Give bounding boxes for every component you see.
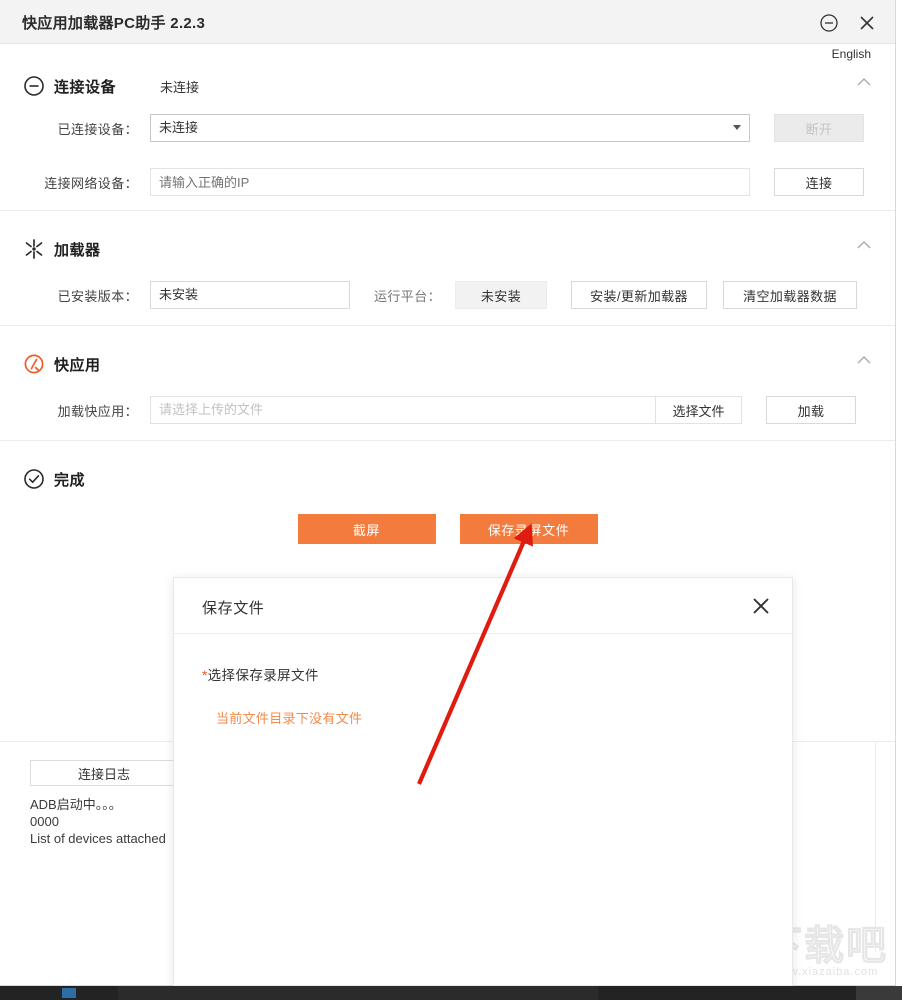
network-device-row: 连接网络设备： 连接	[22, 154, 873, 210]
quickapp-file-picker: 请选择上传的文件 选择文件	[150, 396, 742, 424]
quickapp-row: 加载快应用： 请选择上传的文件 选择文件 加载	[22, 380, 873, 440]
circle-minus-icon	[819, 13, 839, 33]
quickapp-file-placeholder[interactable]: 请选择上传的文件	[151, 397, 655, 423]
chevron-down-icon	[733, 125, 741, 130]
chevron-up-icon[interactable]	[855, 352, 873, 370]
choose-file-button[interactable]: 选择文件	[655, 397, 741, 423]
dialog-title: 保存文件	[202, 597, 264, 618]
connection-log-tab[interactable]: 连接日志	[30, 760, 178, 786]
title-bar: 快应用加载器PC助手 2.2.3	[0, 0, 895, 44]
runtime-platform-value[interactable]: 未安装	[455, 281, 547, 309]
installed-version-value: 未安装	[159, 282, 198, 308]
section-quickapp: 快应用 加载快应用： 请选择上传的文件 选择文件 加载	[0, 326, 895, 441]
section-loader: 加载器 已安装版本： 未安装 运行平台： 未安装 安装/更新加载器 清空加载器数…	[0, 211, 895, 326]
save-file-dialog: 保存文件 *选择保存录屏文件 当前文件目录下没有文件	[173, 577, 793, 986]
save-record-file-button[interactable]: 保存录屏文件	[460, 514, 598, 544]
close-icon	[857, 13, 877, 33]
dialog-close-button[interactable]	[748, 593, 774, 619]
select-record-file-text: 选择保存录屏文件	[208, 668, 319, 683]
taskbar-app-icon[interactable]	[62, 988, 76, 998]
circle-minus-icon	[22, 74, 46, 98]
check-circle-icon	[22, 467, 46, 491]
load-button[interactable]: 加载	[766, 396, 856, 424]
dialog-body: *选择保存录屏文件 当前文件目录下没有文件	[174, 634, 792, 727]
desktop-taskbar	[0, 986, 902, 1000]
loader-section-header: 加载器	[22, 221, 873, 265]
window-title: 快应用加载器PC助手 2.2.3	[22, 12, 205, 33]
clear-loader-data-button[interactable]: 清空加载器数据	[723, 281, 857, 309]
connect-button[interactable]: 连接	[774, 168, 864, 196]
loader-section-title: 加载器	[54, 239, 101, 260]
connected-device-value: 未连接	[159, 120, 198, 135]
load-quickapp-label: 加载快应用：	[38, 401, 150, 420]
chevron-up-icon[interactable]	[855, 74, 873, 92]
section-connect-device: 连接设备 未连接 已连接设备： 未连接 断开 连接网络设备： 连接	[0, 44, 895, 211]
screenshot-button[interactable]: 截屏	[298, 514, 436, 544]
finish-actions: 截屏 保存录屏文件	[22, 495, 873, 579]
quickapp-section-header: 快应用	[22, 336, 873, 380]
dialog-header: 保存文件	[174, 578, 792, 634]
runtime-platform-label: 运行平台：	[374, 286, 455, 305]
network-ip-input[interactable]	[150, 168, 750, 196]
empty-directory-message: 当前文件目录下没有文件	[216, 708, 764, 727]
minimize-button[interactable]	[815, 9, 843, 37]
screen-root: 快应用加载器PC助手 2.2.3 English	[0, 0, 902, 1000]
chevron-up-icon[interactable]	[855, 237, 873, 255]
quickapp-section-title: 快应用	[54, 354, 101, 375]
connected-device-select[interactable]: 未连接	[150, 114, 750, 142]
connect-section-header: 连接设备 未连接	[22, 58, 873, 102]
connected-device-label: 已连接设备：	[38, 119, 150, 138]
connect-status-text: 未连接	[160, 77, 199, 96]
close-button[interactable]	[853, 9, 881, 37]
log-panel-divider	[875, 742, 876, 952]
disconnect-button[interactable]: 断开	[774, 114, 864, 142]
section-finish: 完成 截屏 保存录屏文件	[0, 441, 895, 579]
close-icon	[750, 595, 772, 617]
installed-version-value-box: 未安装	[150, 281, 350, 309]
installed-version-label: 已安装版本：	[38, 286, 150, 305]
taskbar-tray[interactable]	[856, 986, 902, 1000]
sunburst-icon	[22, 237, 46, 261]
network-device-label: 连接网络设备：	[38, 173, 150, 192]
finish-section-header: 完成	[22, 451, 873, 495]
finish-section-title: 完成	[54, 469, 85, 490]
quickapp-icon	[22, 352, 46, 376]
install-update-loader-button[interactable]: 安装/更新加载器	[571, 281, 707, 309]
taskbar-window-group[interactable]	[118, 986, 598, 1000]
connected-device-row: 已连接设备： 未连接 断开	[22, 102, 873, 154]
loader-row: 已安装版本： 未安装 运行平台： 未安装 安装/更新加载器 清空加载器数据	[22, 265, 873, 325]
select-record-file-label: *选择保存录屏文件	[202, 664, 764, 684]
connect-section-title: 连接设备	[54, 76, 116, 97]
